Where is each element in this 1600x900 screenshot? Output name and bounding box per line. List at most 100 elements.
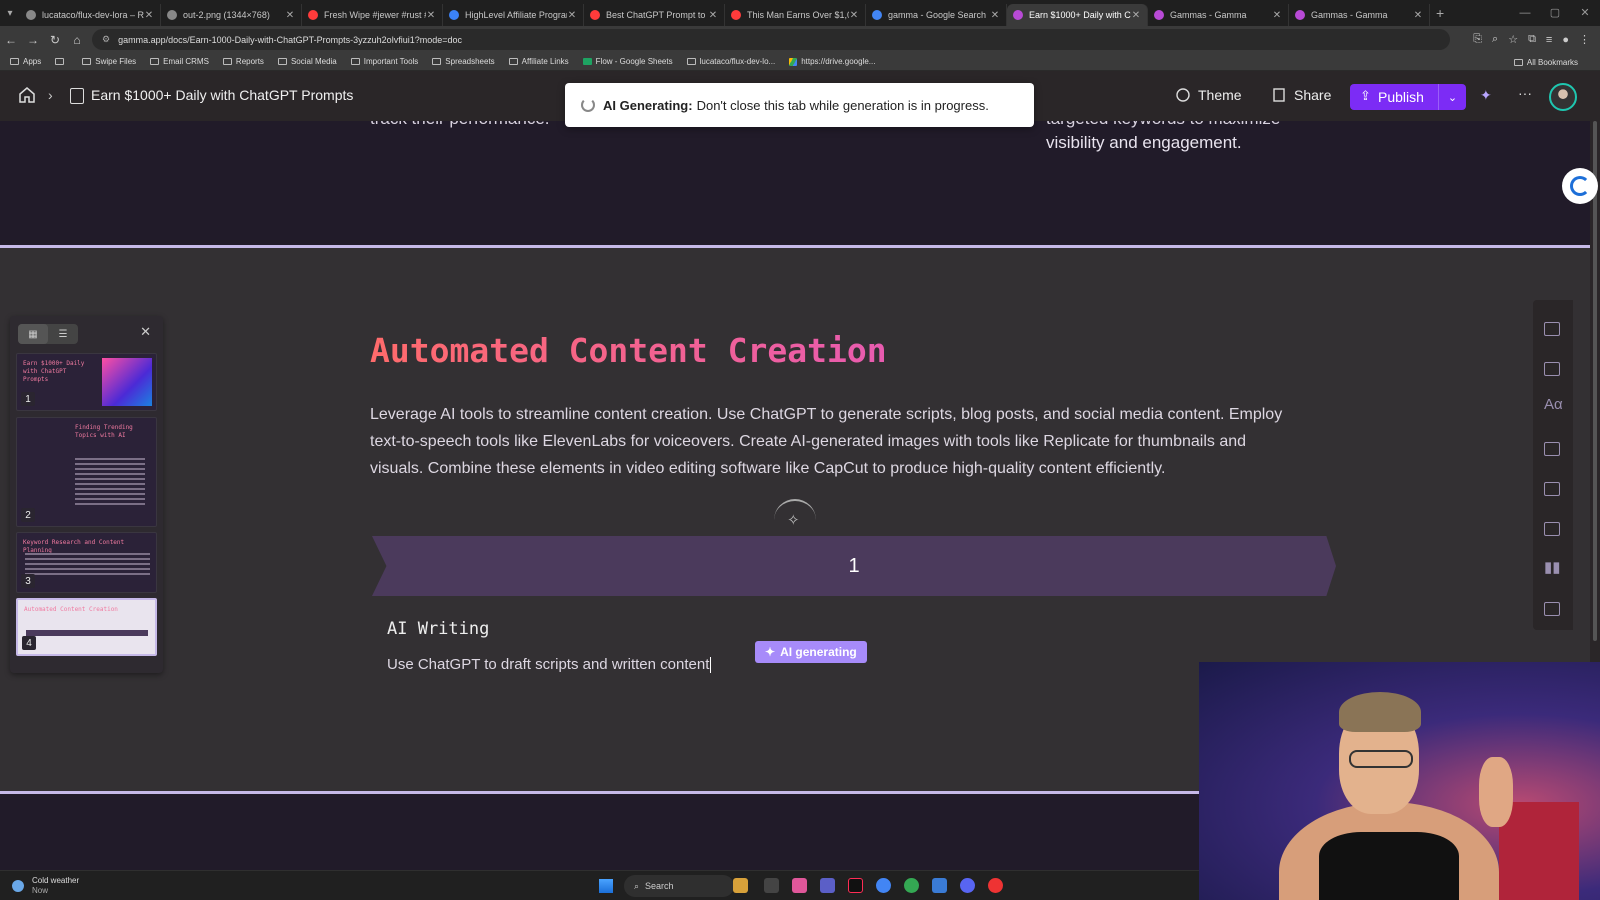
- step-arrow-bar[interactable]: 1: [372, 536, 1336, 596]
- install-icon[interactable]: ⎘: [1473, 33, 1482, 46]
- bookmark-label: Swipe Files: [95, 57, 137, 66]
- zoom-icon[interactable]: ⌕: [1492, 33, 1498, 46]
- new-tab-button[interactable]: +: [1436, 5, 1444, 21]
- site-info-icon[interactable]: ⚙: [102, 34, 110, 45]
- back-icon[interactable]: ←: [0, 33, 22, 47]
- image-icon[interactable]: [1544, 442, 1560, 456]
- forward-icon[interactable]: →: [22, 33, 44, 47]
- maximize-icon[interactable]: ▢: [1540, 0, 1570, 26]
- bookmark-item[interactable]: Email CRMS: [150, 57, 209, 66]
- tab-close-icon[interactable]: ✕: [567, 10, 577, 21]
- browser-tab[interactable]: Fresh Wipe #jewer #rust #rust✕: [302, 4, 443, 26]
- bookmark-item[interactable]: lucataco/flux-dev-lo...: [686, 57, 775, 66]
- browser-tab[interactable]: Earn $1000+ Daily with ChatG✕: [1007, 4, 1148, 26]
- file-explorer-icon[interactable]: [733, 878, 748, 893]
- bookmark-item[interactable]: Swipe Files: [82, 57, 136, 66]
- bookmark-item[interactable]: Social Media: [277, 57, 337, 66]
- tab-close-icon[interactable]: ✕: [426, 10, 436, 21]
- gamma-assistant-button[interactable]: [1562, 168, 1598, 204]
- browser-tab[interactable]: lucataco/flux-dev-lora – Run w✕: [20, 4, 161, 26]
- bookmark-item[interactable]: Affiliate Links: [508, 57, 569, 66]
- weather-widget[interactable]: Cold weather Now: [12, 876, 79, 896]
- bookmark-item[interactable]: Spreadsheets: [432, 57, 495, 66]
- spinner-icon: [581, 98, 595, 112]
- teams-icon[interactable]: [820, 878, 835, 893]
- browser-tab[interactable]: gamma - Google Search ✕: [866, 4, 1007, 26]
- tab-close-icon[interactable]: ✕: [708, 10, 718, 21]
- thumbnail-4[interactable]: Automated Content Creation 4: [16, 598, 157, 656]
- bookmark-item[interactable]: [55, 57, 68, 66]
- browser-tab[interactable]: Gammas - Gamma ✕: [1148, 4, 1289, 26]
- copilot-icon[interactable]: [792, 878, 807, 893]
- tiktok-icon[interactable]: [848, 878, 863, 893]
- embed-icon[interactable]: [1544, 522, 1560, 536]
- bookmark-item[interactable]: Reports: [222, 57, 264, 66]
- extensions-icon[interactable]: ⧉: [1528, 33, 1536, 46]
- notepad-icon[interactable]: [932, 878, 947, 893]
- share-label: Share: [1294, 87, 1332, 103]
- ai-sparkle-icon[interactable]: ✦: [1480, 87, 1492, 104]
- close-window-icon[interactable]: ✕: [1570, 0, 1600, 26]
- discord-icon[interactable]: [960, 878, 975, 893]
- taskbar-search[interactable]: ⌕ Search: [624, 875, 734, 897]
- tab-close-icon[interactable]: ✕: [285, 10, 295, 21]
- step-title[interactable]: AI Writing: [387, 619, 489, 639]
- bookmark-item[interactable]: Apps: [10, 57, 41, 66]
- tab-close-icon[interactable]: ✕: [990, 10, 1000, 21]
- home-icon[interactable]: [18, 86, 36, 104]
- publish-dropdown-icon[interactable]: ⌄: [1438, 84, 1466, 110]
- card-paragraph[interactable]: Leverage AI tools to streamline content …: [370, 401, 1300, 482]
- table-icon[interactable]: [1544, 482, 1560, 496]
- theme-button[interactable]: Theme: [1176, 87, 1242, 103]
- tab-close-icon[interactable]: ✕: [849, 10, 859, 21]
- all-bookmarks[interactable]: All Bookmarks: [1513, 53, 1578, 71]
- share-button[interactable]: Share: [1272, 87, 1331, 103]
- thumbnail-3[interactable]: Keyword Research and Content Planning 3: [16, 532, 157, 593]
- add-card-icon[interactable]: [1544, 322, 1560, 336]
- text-style-icon[interactable]: Aα: [1544, 396, 1563, 413]
- more-options-icon[interactable]: ···: [1518, 85, 1532, 101]
- tab-title: Gammas - Gamma: [1170, 10, 1247, 20]
- task-view-icon[interactable]: [764, 878, 779, 893]
- layout-icon[interactable]: [1544, 362, 1560, 376]
- thumbnail-2[interactable]: Finding Trending Topics with AI 2: [16, 417, 157, 527]
- list-view-icon[interactable]: ☰: [48, 324, 78, 344]
- tab-search-icon[interactable]: ▾: [0, 0, 20, 26]
- tab-close-icon[interactable]: ✕: [1272, 10, 1282, 21]
- edit-icon[interactable]: [1544, 602, 1560, 616]
- profile-icon[interactable]: ●: [1562, 34, 1569, 46]
- chrome-profile-icon[interactable]: [904, 878, 919, 893]
- chart-icon[interactable]: ▮▮: [1544, 558, 1561, 576]
- bookmark-item[interactable]: https://drive.google...: [789, 57, 875, 66]
- bookmark-star-icon[interactable]: ☆: [1508, 33, 1518, 46]
- tab-close-icon[interactable]: ✕: [144, 10, 154, 21]
- bookmark-item[interactable]: Flow - Google Sheets: [582, 57, 673, 66]
- tab-close-icon[interactable]: ✕: [1131, 10, 1141, 21]
- url-field[interactable]: ⚙ gamma.app/docs/Earn-1000-Daily-with-Ch…: [92, 29, 1450, 50]
- user-avatar[interactable]: [1549, 83, 1577, 111]
- chrome-icon[interactable]: [876, 878, 891, 893]
- bookmark-item[interactable]: Important Tools: [350, 57, 418, 66]
- scrollbar-thumb[interactable]: [1593, 121, 1597, 641]
- browser-tab[interactable]: This Man Earns Over $1,000 D✕: [725, 4, 866, 26]
- browser-tab[interactable]: HighLevel Affiliate Program ✕: [443, 4, 584, 26]
- home-browser-icon[interactable]: ⌂: [66, 33, 88, 47]
- browser-tab[interactable]: Best ChatGPT Prompt to Mak✕: [584, 4, 725, 26]
- windows-start-icon[interactable]: [599, 879, 613, 893]
- obs-icon[interactable]: [988, 878, 1003, 893]
- tab-close-icon[interactable]: ✕: [1413, 10, 1423, 21]
- step-text[interactable]: Use ChatGPT to draft scripts and written…: [387, 656, 712, 674]
- browser-menu-icon[interactable]: ⋮: [1579, 33, 1590, 46]
- grid-view-icon[interactable]: ▦: [18, 324, 48, 344]
- reload-icon[interactable]: ↻: [44, 33, 66, 47]
- close-panel-icon[interactable]: ✕: [140, 324, 151, 340]
- card-heading[interactable]: Automated Content Creation: [370, 331, 887, 370]
- browser-tab[interactable]: out-2.png (1344×768) ✕: [161, 4, 302, 26]
- browser-tab[interactable]: Gammas - Gamma ✕: [1289, 4, 1430, 26]
- publish-button[interactable]: ⇪ Publish ⌄: [1350, 84, 1466, 110]
- minimize-icon[interactable]: —: [1510, 0, 1540, 26]
- sidepanel-icon[interactable]: ≡: [1546, 34, 1552, 46]
- tab-favicon-icon: [449, 10, 459, 20]
- thumbnail-1[interactable]: Earn $1000+ Daily with ChatGPT Prompts 1: [16, 353, 157, 411]
- doc-title[interactable]: Earn $1000+ Daily with ChatGPT Prompts: [91, 87, 353, 103]
